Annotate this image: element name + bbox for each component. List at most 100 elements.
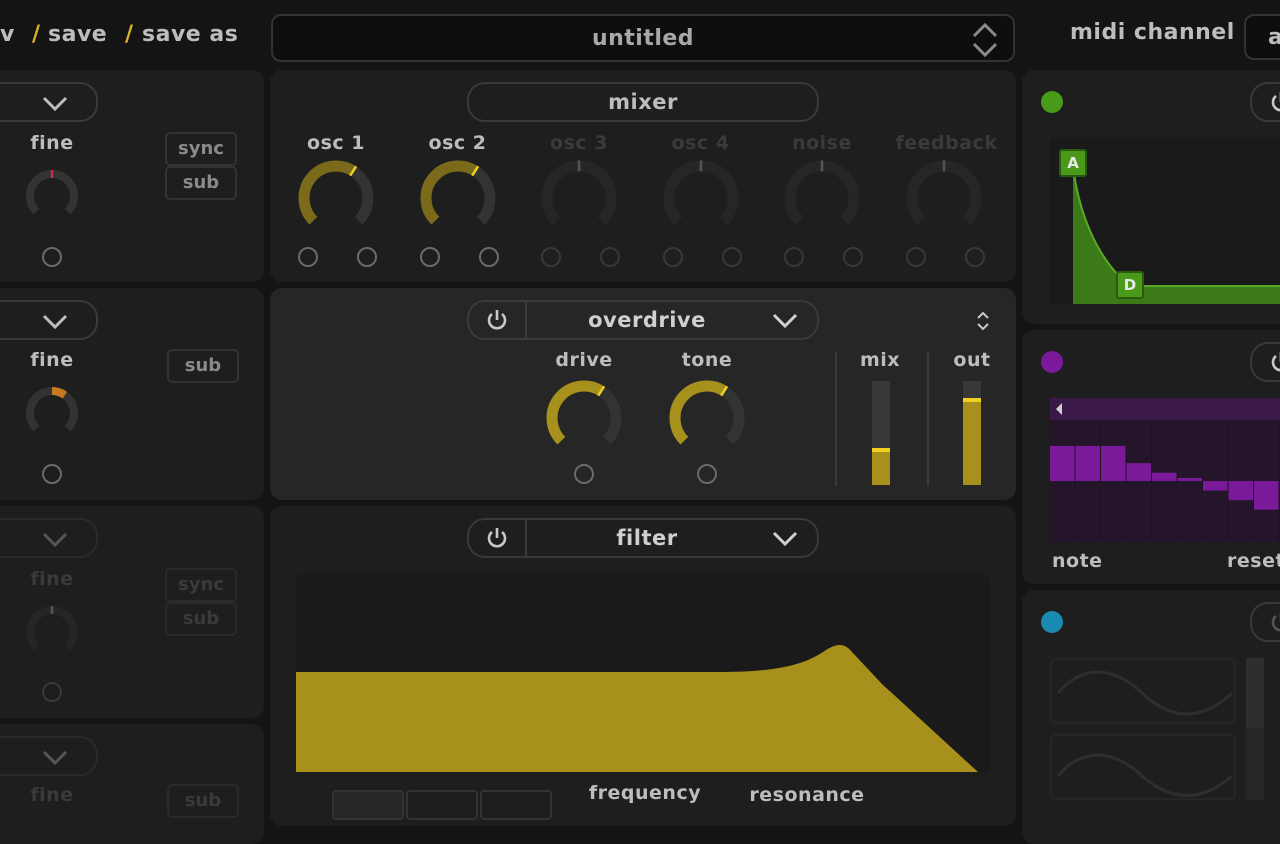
mixer-level-knob[interactable] xyxy=(784,160,860,236)
chevron-down-icon[interactable] xyxy=(772,313,798,329)
mod-input[interactable] xyxy=(574,464,594,484)
sequencer-step[interactable] xyxy=(1152,472,1177,481)
mixer-level-knob[interactable] xyxy=(663,160,739,236)
filter-type-button[interactable] xyxy=(332,790,404,820)
resonance-label: resonance xyxy=(749,784,865,806)
lfo-amount-fill xyxy=(1246,658,1264,728)
mixer-channel-label: osc 3 xyxy=(550,132,608,154)
power-icon[interactable] xyxy=(486,309,508,331)
knob-track xyxy=(541,160,617,225)
mod-input[interactable] xyxy=(697,464,717,484)
power-toggle[interactable] xyxy=(1250,602,1280,642)
sequencer-steps-area xyxy=(1050,420,1280,542)
reset-label: reset xyxy=(1227,550,1280,572)
mod-input[interactable] xyxy=(419,247,440,267)
midi-channel-selector[interactable]: a xyxy=(1244,14,1280,60)
sync-button[interactable]: sync xyxy=(165,568,237,602)
mixer-channel-label: osc 2 xyxy=(428,132,487,154)
fine-knob[interactable] xyxy=(24,604,80,660)
sequencer-step[interactable] xyxy=(1126,463,1152,481)
mod-input[interactable] xyxy=(541,247,561,267)
sequencer-step[interactable] xyxy=(1254,481,1279,510)
filter-response-display[interactable] xyxy=(296,574,990,772)
menu-button[interactable]: v xyxy=(0,22,15,47)
chevron-down-icon[interactable] xyxy=(772,531,798,547)
mod-input[interactable] xyxy=(42,247,62,267)
mixer-channel-label: feedback xyxy=(895,132,998,154)
mod-input[interactable] xyxy=(843,247,863,267)
knob-fill xyxy=(420,160,478,225)
decay-handle[interactable]: D xyxy=(1116,271,1144,299)
drive-label: drive xyxy=(555,349,613,371)
preset-selector[interactable]: untitled xyxy=(271,14,1015,62)
mod-input[interactable] xyxy=(42,682,62,702)
mixer-title: mixer xyxy=(467,82,819,122)
mod-input[interactable] xyxy=(478,247,499,267)
sequencer-step[interactable] xyxy=(1101,445,1126,481)
save-button[interactable]: save xyxy=(48,22,107,47)
lfo-wave-2[interactable] xyxy=(1050,734,1236,800)
osc-panel-1: fine sync sub xyxy=(0,70,264,282)
envelope-color-dot[interactable] xyxy=(1041,91,1063,113)
chevron-down-icon xyxy=(42,96,68,112)
mod-input[interactable] xyxy=(298,247,318,267)
updown-arrows-icon[interactable] xyxy=(970,22,1000,58)
lfo-color-dot[interactable] xyxy=(1041,611,1063,633)
effect-name[interactable]: overdrive xyxy=(527,308,767,332)
filter-type-button[interactable] xyxy=(406,790,478,820)
sub-button[interactable]: sub xyxy=(167,349,239,383)
mod-input[interactable] xyxy=(905,247,926,267)
power-toggle[interactable] xyxy=(1250,342,1280,382)
sequencer-step[interactable] xyxy=(1075,445,1101,481)
mixer-level-knob[interactable] xyxy=(906,160,982,236)
mix-slider[interactable] xyxy=(872,381,890,485)
osc-panel-3: fine sync sub xyxy=(0,506,264,718)
sine-wave-icon xyxy=(1056,670,1234,716)
filter-name[interactable]: filter xyxy=(527,526,767,550)
mod-input[interactable] xyxy=(964,247,985,267)
filter-type-button[interactable] xyxy=(480,790,552,820)
mod-input[interactable] xyxy=(662,247,683,267)
sequencer-step[interactable] xyxy=(1177,478,1203,481)
mod-input[interactable] xyxy=(784,247,804,267)
power-toggle[interactable] xyxy=(1250,82,1280,122)
knob-track xyxy=(906,160,981,225)
envelope-graph[interactable]: A D xyxy=(1050,138,1280,304)
save-as-button[interactable]: save as xyxy=(142,22,238,47)
sequencer-color-dot[interactable] xyxy=(1041,351,1063,373)
mod-input[interactable] xyxy=(721,247,742,267)
out-slider[interactable] xyxy=(963,381,981,485)
separator: / xyxy=(32,22,41,47)
mod-input[interactable] xyxy=(357,247,377,267)
knob-track xyxy=(26,387,78,432)
sub-button[interactable]: sub xyxy=(167,784,239,818)
sequencer-step[interactable] xyxy=(1050,445,1075,481)
sub-button[interactable]: sub xyxy=(165,602,237,636)
drive-knob[interactable] xyxy=(546,380,622,456)
sequencer-step[interactable] xyxy=(1203,481,1228,491)
mod-input[interactable] xyxy=(600,247,620,267)
sequencer-step[interactable] xyxy=(1228,481,1254,501)
midi-channel-label: midi channel xyxy=(1070,20,1235,45)
sub-button[interactable]: sub xyxy=(165,166,237,200)
chevron-down-icon xyxy=(42,532,68,548)
mixer-level-knob[interactable] xyxy=(298,160,374,236)
sync-button[interactable]: sync xyxy=(165,132,237,166)
mixer-level-knob[interactable] xyxy=(541,160,617,236)
waveform-dropdown[interactable] xyxy=(0,82,98,122)
waveform-dropdown[interactable] xyxy=(0,300,98,340)
tone-knob[interactable] xyxy=(669,380,745,456)
mod-input[interactable] xyxy=(42,464,62,484)
lfo-wave-1[interactable] xyxy=(1050,658,1236,724)
reorder-arrows-icon[interactable] xyxy=(975,310,991,332)
fine-knob[interactable] xyxy=(24,385,80,441)
waveform-dropdown[interactable] xyxy=(0,736,98,776)
sequencer-grid[interactable] xyxy=(1050,398,1280,542)
fine-knob[interactable] xyxy=(24,168,80,224)
mixer-level-knob[interactable] xyxy=(420,160,496,236)
attack-handle[interactable]: A xyxy=(1059,149,1087,177)
waveform-dropdown[interactable] xyxy=(0,518,98,558)
lfo-amount-slider[interactable] xyxy=(1246,658,1264,800)
sine-wave-icon xyxy=(1056,753,1233,797)
power-icon[interactable] xyxy=(486,527,508,549)
